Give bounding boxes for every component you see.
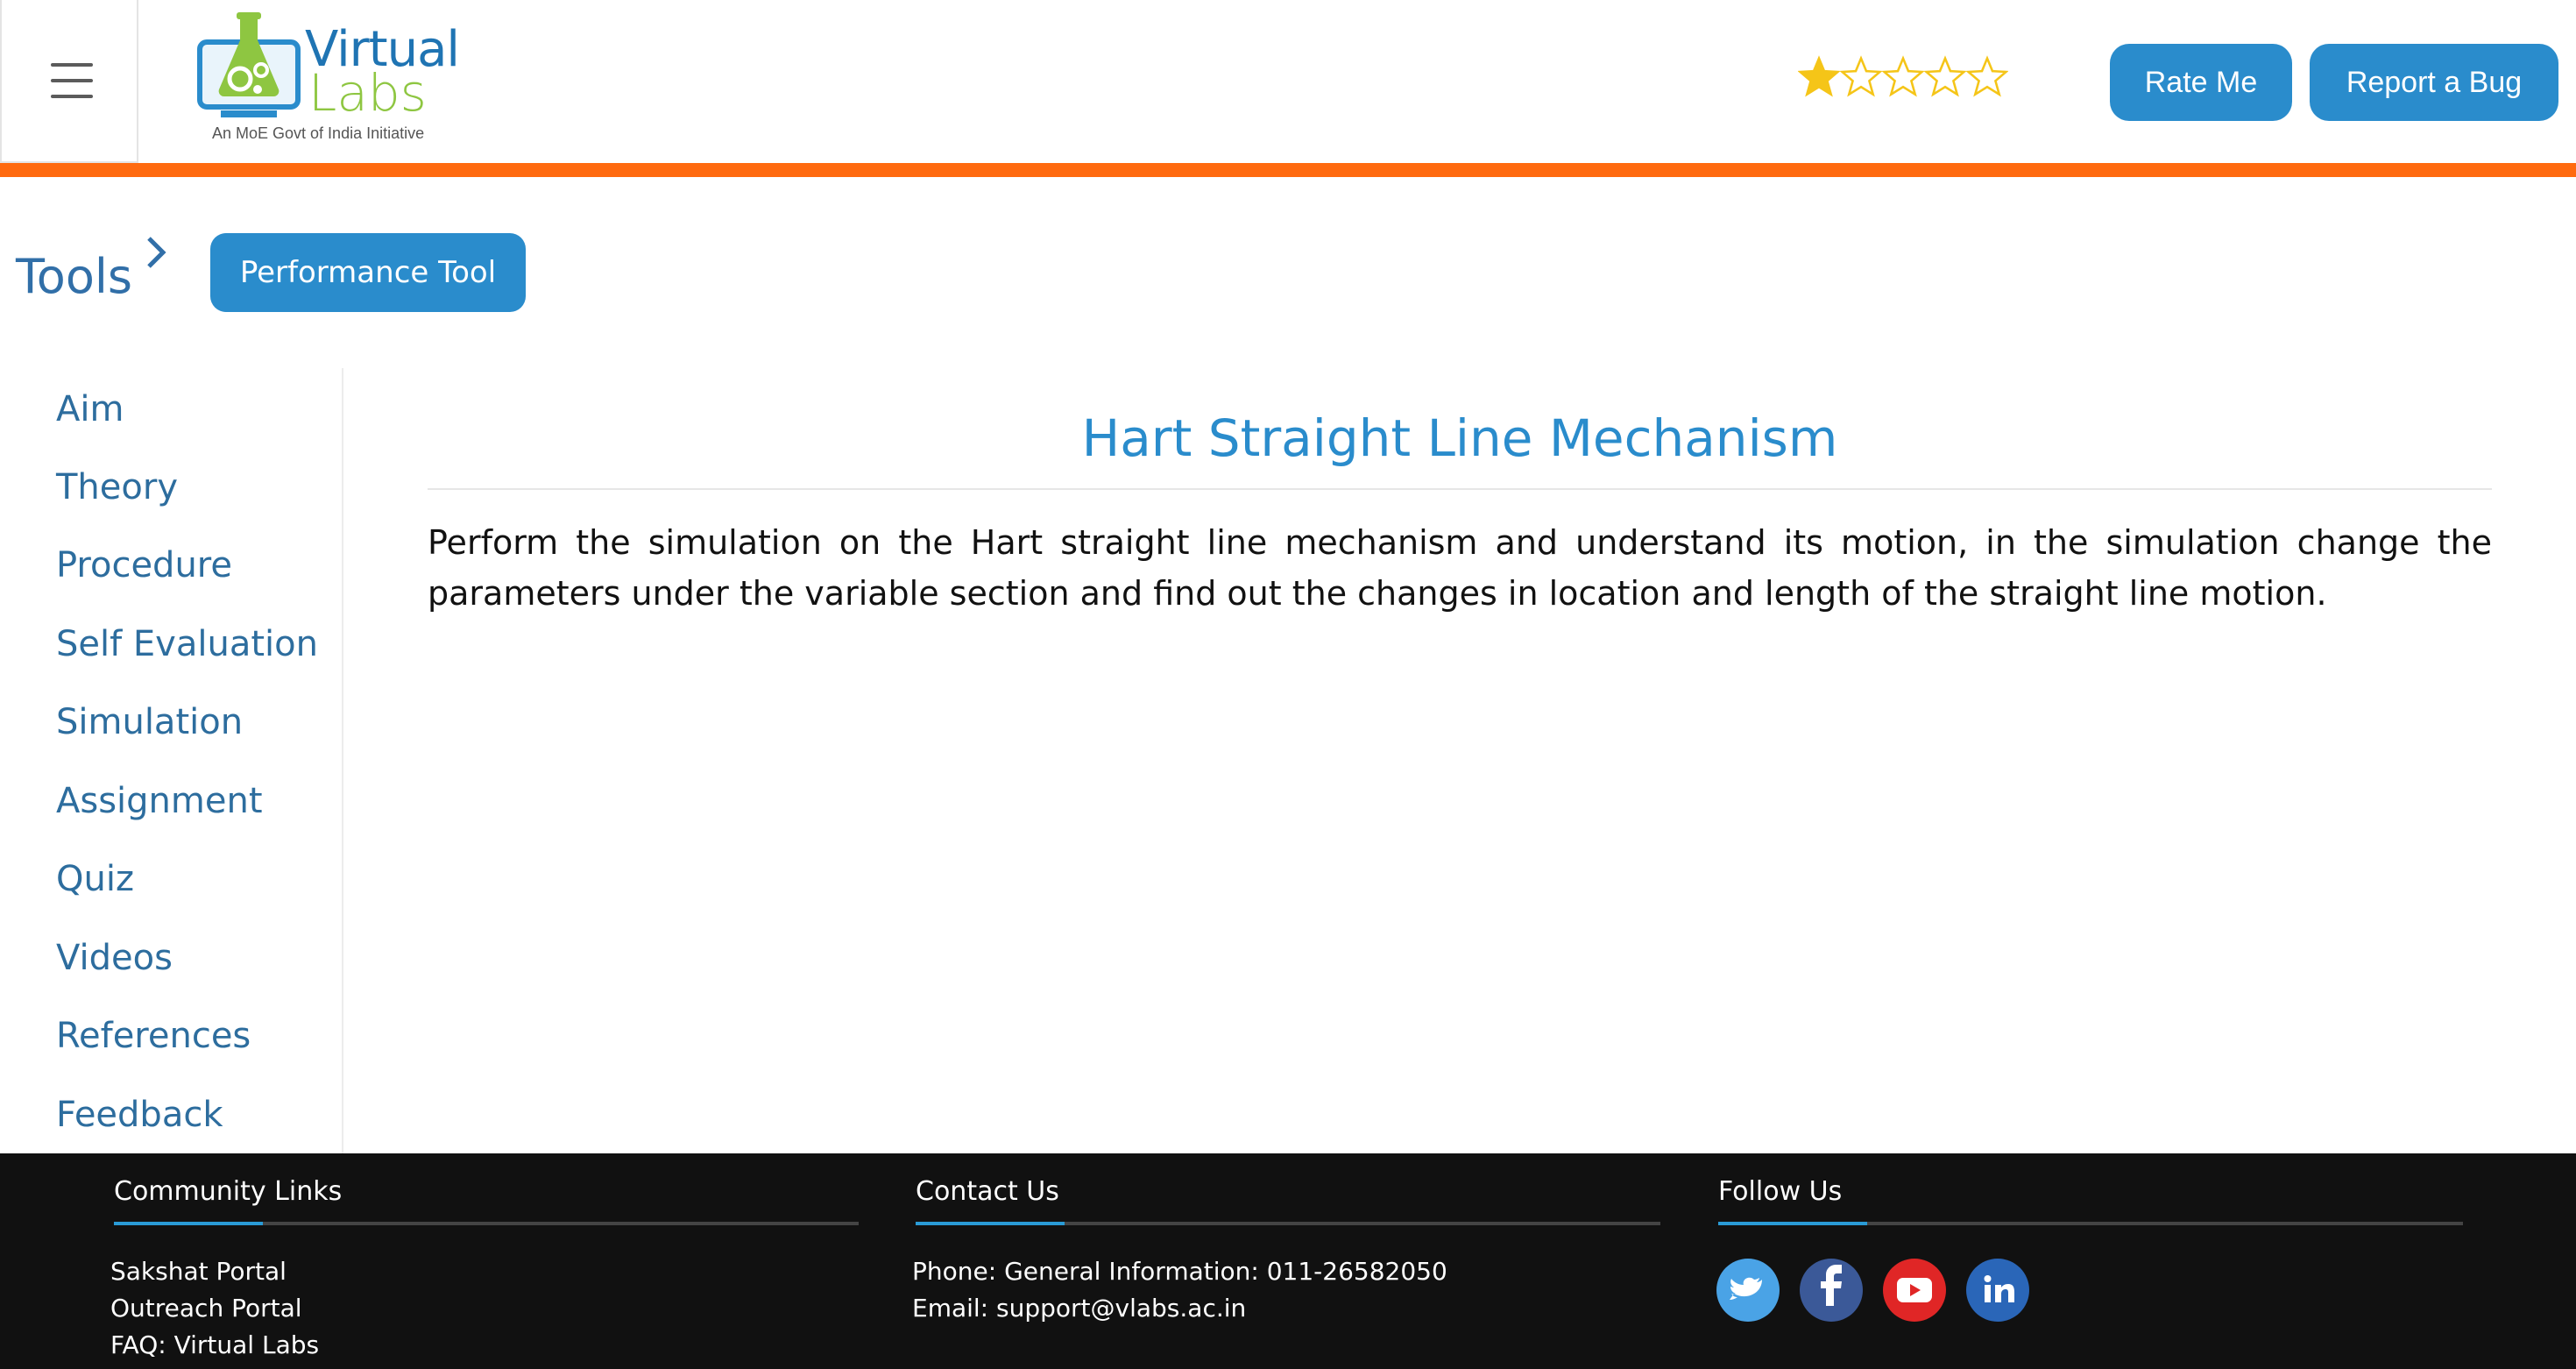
rate-me-button[interactable]: Rate Me	[2110, 44, 2292, 121]
sidebar-item-theory[interactable]: Theory	[56, 467, 178, 507]
star-rating[interactable]	[1798, 53, 2008, 103]
performance-tool-button[interactable]: Performance Tool	[210, 233, 526, 312]
menu-toggle-button[interactable]	[0, 0, 138, 163]
footer-link-outreach[interactable]: Outreach Portal	[110, 1294, 302, 1323]
twitter-glyph	[1730, 1277, 1762, 1300]
facebook-icon[interactable]	[1800, 1259, 1863, 1322]
linkedin-icon[interactable]	[1966, 1259, 2029, 1322]
menu-line	[51, 79, 93, 82]
footer-divider-accent	[1718, 1222, 1867, 1225]
logo-monitor-icon	[197, 12, 301, 117]
star-empty-icon[interactable]	[1924, 53, 1966, 102]
youtube-glyph	[1897, 1278, 1932, 1302]
sidebar-item-feedback[interactable]: Feedback	[56, 1095, 223, 1135]
star-empty-icon[interactable]	[1882, 53, 1924, 102]
footer-heading: Contact Us	[916, 1176, 1059, 1207]
logo-tagline: An MoE Govt of India Initiative	[212, 124, 425, 142]
twitter-icon[interactable]	[1716, 1259, 1780, 1322]
page-title: Hart Straight Line Mechanism	[1081, 408, 1838, 468]
chevron-right-icon	[147, 237, 166, 268]
sidebar-nav: Aim Theory Procedure Self Evaluation Sim…	[0, 368, 343, 1153]
virtual-labs-logo[interactable]: Virtual Labs An MoE Govt of India Initia…	[186, 12, 460, 149]
footer-link-faq[interactable]: FAQ: Virtual Labs	[110, 1330, 319, 1359]
sidebar-item-simulation[interactable]: Simulation	[56, 702, 243, 742]
title-divider	[428, 488, 2492, 490]
facebook-glyph	[1821, 1265, 1842, 1306]
footer-phone: Phone: General Information: 011-26582050	[912, 1257, 1447, 1286]
breadcrumb-tools[interactable]: Tools	[16, 249, 132, 304]
site-header: Virtual Labs An MoE Govt of India Initia…	[0, 0, 2576, 165]
youtube-icon[interactable]	[1883, 1259, 1946, 1322]
star-empty-icon[interactable]	[1840, 53, 1882, 102]
footer-heading: Follow Us	[1718, 1176, 1843, 1207]
sidebar-item-procedure[interactable]: Procedure	[56, 545, 232, 585]
aim-paragraph: Perform the simulation on the Hart strai…	[428, 523, 2492, 613]
menu-line	[51, 63, 93, 67]
star-empty-icon[interactable]	[1966, 53, 2008, 102]
report-bug-button[interactable]: Report a Bug	[2310, 44, 2558, 121]
sidebar-item-aim[interactable]: Aim	[56, 389, 124, 429]
menu-line	[51, 95, 93, 98]
sidebar-item-references[interactable]: References	[56, 1016, 251, 1056]
sidebar-item-assignment[interactable]: Assignment	[56, 781, 263, 821]
footer-divider-accent	[114, 1222, 263, 1225]
sidebar-item-quiz[interactable]: Quiz	[56, 859, 134, 899]
linkedin-glyph	[1984, 1275, 2014, 1302]
footer-divider-accent	[916, 1222, 1065, 1225]
site-footer: Community Links Sakshat Portal Outreach …	[0, 1153, 2576, 1369]
header-accent-bar	[0, 163, 2576, 177]
logo-word-labs: Labs	[308, 63, 427, 123]
star-filled-icon[interactable]	[1798, 53, 1840, 102]
footer-heading: Community Links	[114, 1176, 343, 1207]
sidebar-item-self-evaluation[interactable]: Self Evaluation	[56, 624, 318, 664]
sidebar-item-videos[interactable]: Videos	[56, 938, 173, 978]
footer-email[interactable]: Email: support@vlabs.ac.in	[912, 1294, 1246, 1323]
footer-link-sakshat[interactable]: Sakshat Portal	[110, 1257, 287, 1286]
